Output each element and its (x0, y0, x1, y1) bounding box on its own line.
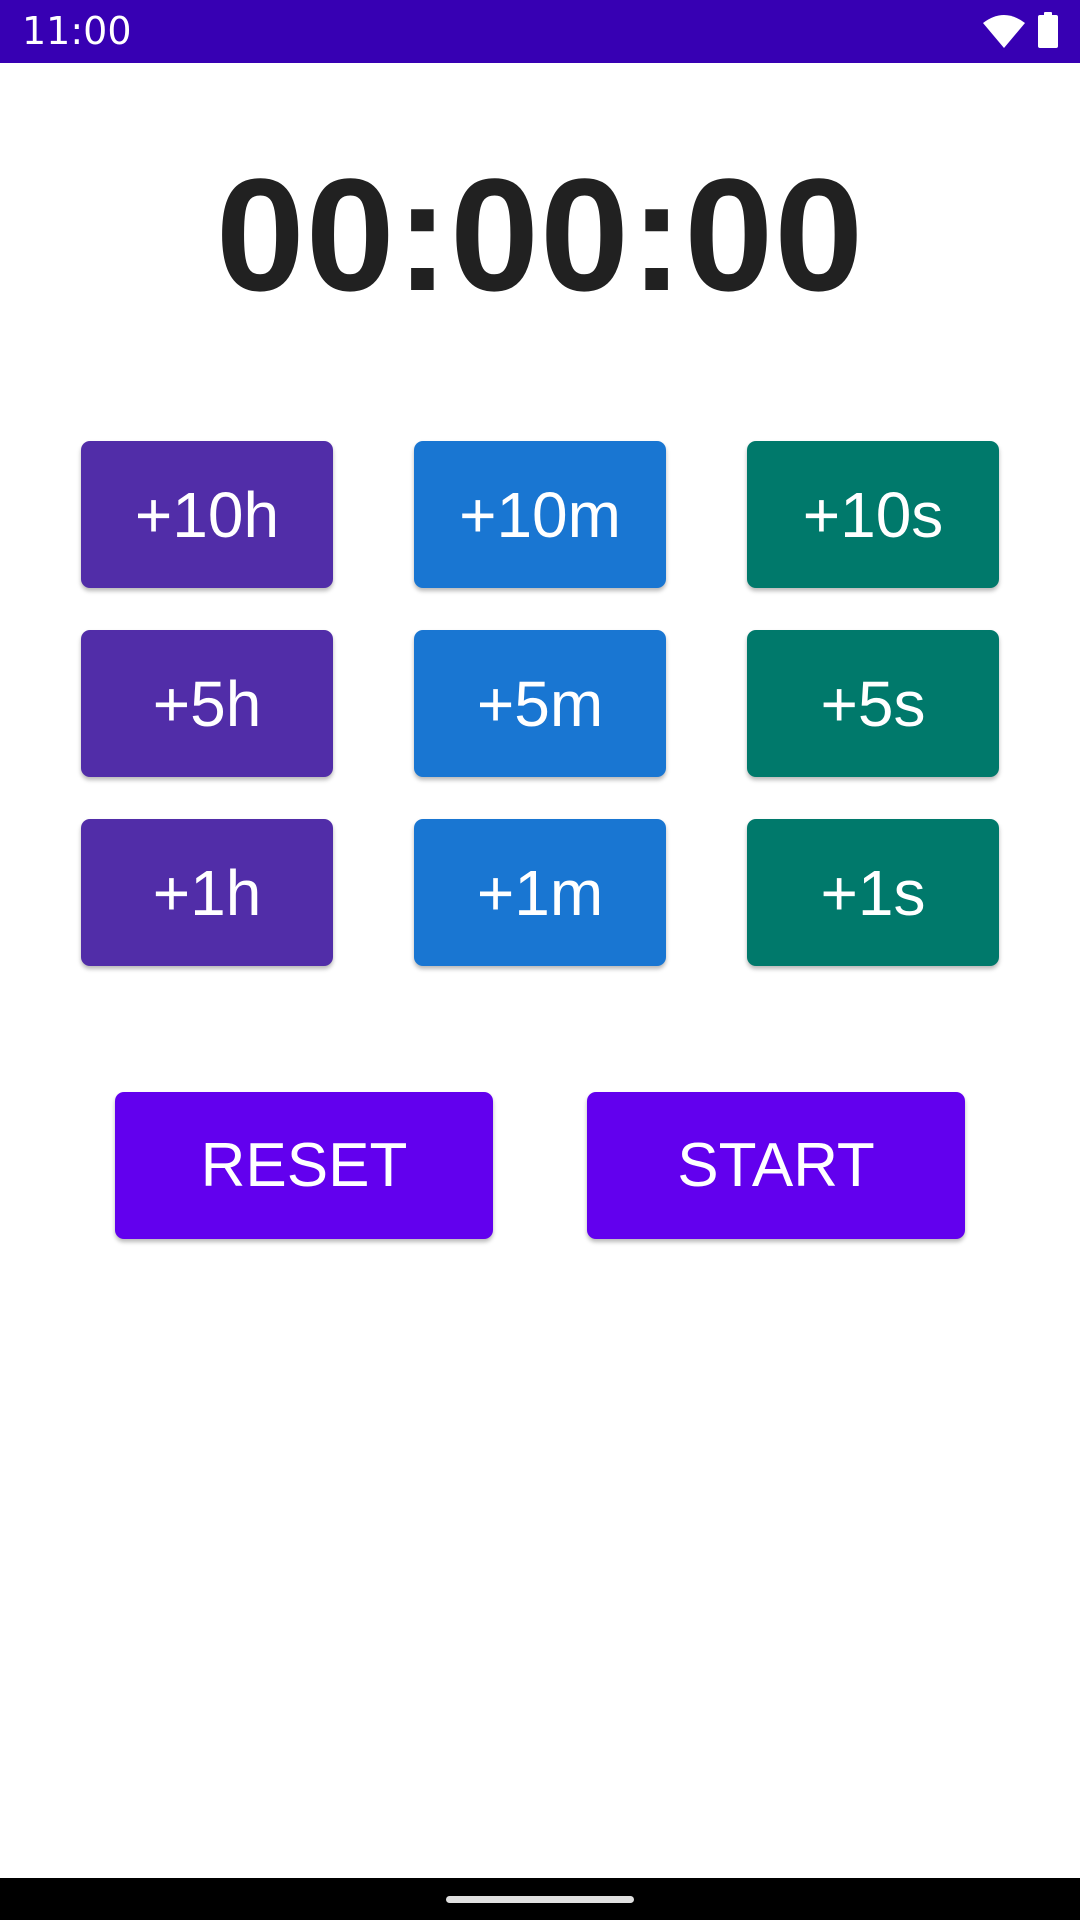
add-10-hours-button[interactable]: +10h (81, 441, 333, 588)
status-bar: 11:00 (0, 0, 1080, 63)
reset-button[interactable]: RESET (115, 1092, 493, 1239)
battery-icon (1038, 12, 1058, 48)
add-5-seconds-button[interactable]: +5s (747, 630, 999, 777)
add-10-seconds-button[interactable]: +10s (747, 441, 999, 588)
add-10-minutes-button[interactable]: +10m (414, 441, 666, 588)
timer-display: 00:00:00 (215, 145, 865, 324)
add-1-hour-button[interactable]: +1h (81, 819, 333, 966)
status-time: 11:00 (22, 9, 132, 53)
add-5-hours-button[interactable]: +5h (81, 630, 333, 777)
navigation-bar (0, 1878, 1080, 1920)
wifi-icon (983, 15, 1025, 48)
add-1-second-button[interactable]: +1s (747, 819, 999, 966)
add-5-minutes-button[interactable]: +5m (414, 630, 666, 777)
home-handle[interactable] (446, 1896, 634, 1903)
action-row: RESET START (115, 1092, 965, 1239)
add-1-minute-button[interactable]: +1m (414, 819, 666, 966)
start-button[interactable]: START (587, 1092, 965, 1239)
increment-button-grid: +10h +10m +10s +5h +5m +5s +1h +1m +1s (81, 441, 999, 966)
